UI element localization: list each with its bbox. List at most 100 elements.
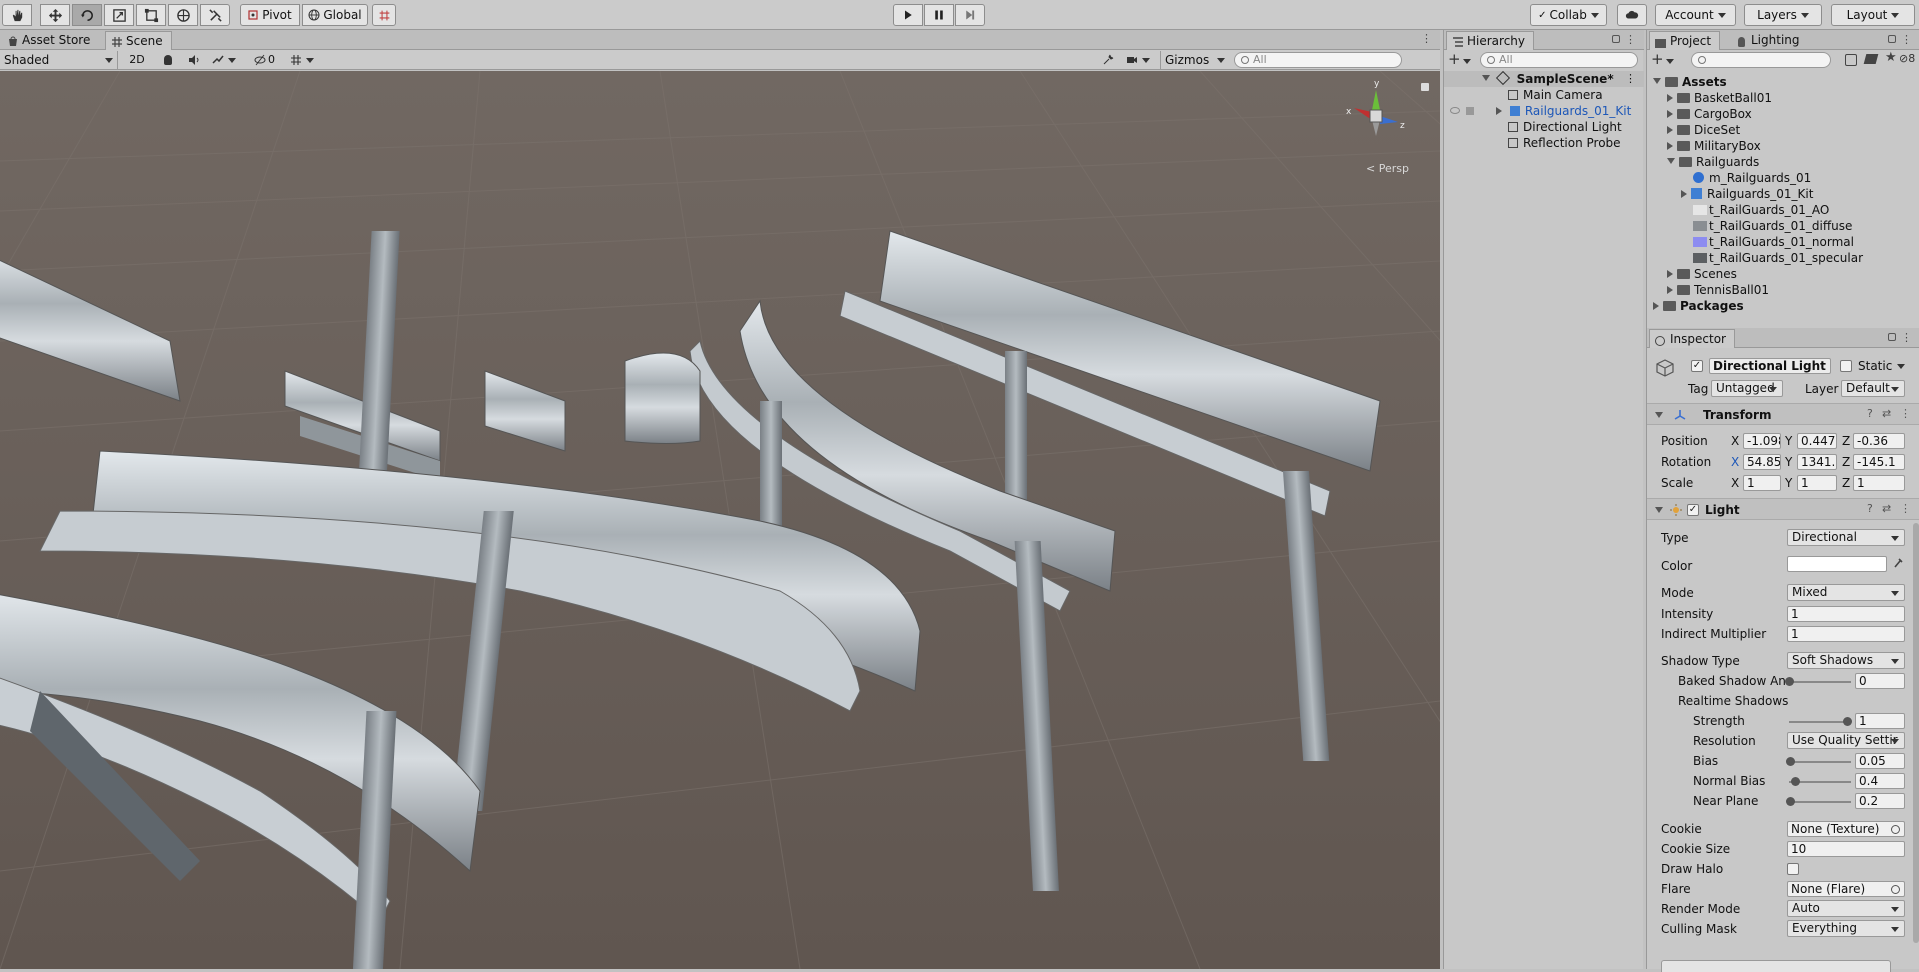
project-folder[interactable]: Railguards: [1667, 154, 1759, 170]
static-checkbox[interactable]: [1840, 360, 1852, 372]
favorite-star-icon[interactable]: ★: [1885, 50, 1897, 65]
component-menu-icon[interactable]: ⋮: [1900, 408, 1911, 419]
custom-tool-button[interactable]: [200, 4, 230, 26]
help-icon[interactable]: ?: [1867, 503, 1877, 514]
type-dropdown[interactable]: Directional: [1787, 529, 1905, 546]
bias-slider-track[interactable]: [1789, 761, 1851, 763]
gizmos-dropdown[interactable]: Gizmos: [1160, 51, 1226, 69]
normal-bias-field[interactable]: 0.4: [1855, 773, 1905, 789]
baked-shadow-slider-track[interactable]: [1789, 681, 1851, 683]
flare-field[interactable]: None (Flare): [1787, 881, 1905, 897]
scale-y-label[interactable]: Y: [1785, 476, 1792, 490]
project-asset[interactable]: t_RailGuards_01_AO: [1693, 202, 1829, 218]
lighting-toggle[interactable]: [160, 51, 176, 69]
scale-x-label[interactable]: X: [1731, 476, 1739, 490]
baked-shadow-angle-field[interactable]: 0: [1855, 673, 1905, 689]
project-search-input[interactable]: [1691, 52, 1831, 68]
packages-root[interactable]: Packages: [1653, 298, 1744, 314]
near-plane-field[interactable]: 0.2: [1855, 793, 1905, 809]
search-by-label-icon[interactable]: [1863, 54, 1879, 64]
tab-menu-icon[interactable]: ⋮: [1421, 33, 1432, 44]
rotation-z-label[interactable]: Z: [1842, 455, 1850, 469]
toggle-2d-button[interactable]: 2D: [124, 51, 150, 69]
scale-x-field[interactable]: 1: [1743, 475, 1781, 491]
project-folder[interactable]: Scenes: [1667, 266, 1737, 282]
scale-tool-button[interactable]: [104, 4, 134, 26]
scene-tools-button[interactable]: [1100, 51, 1116, 69]
project-folder[interactable]: CargoBox: [1667, 106, 1752, 122]
cookie-field[interactable]: None (Texture): [1787, 821, 1905, 837]
scene-menu-icon[interactable]: ⋮: [1625, 71, 1636, 87]
rotation-x-label[interactable]: X: [1731, 455, 1739, 469]
scene-viewport[interactable]: y x z < Persp: [0, 71, 1440, 969]
position-y-label[interactable]: Y: [1785, 434, 1792, 448]
tab-scene[interactable]: Scene: [105, 31, 172, 50]
hierarchy-menu-icon[interactable]: ⋮: [1625, 33, 1636, 46]
preset-icon[interactable]: ⇄: [1882, 503, 1892, 514]
layers-dropdown[interactable]: Layers: [1744, 4, 1822, 26]
cloud-button[interactable]: [1617, 4, 1647, 26]
rotation-z-field[interactable]: -145.1: [1853, 454, 1905, 470]
project-folder[interactable]: BasketBall01: [1667, 90, 1772, 106]
intensity-field[interactable]: 1: [1787, 606, 1905, 622]
scene-root-row[interactable]: SampleScene* ⋮: [1444, 70, 1644, 87]
bias-slider-knob[interactable]: [1786, 757, 1795, 766]
add-component-button[interactable]: [1661, 960, 1891, 972]
pause-button[interactable]: [924, 4, 954, 26]
position-z-field[interactable]: -0.36: [1853, 433, 1905, 449]
position-x-label[interactable]: X: [1731, 434, 1739, 448]
gizmo-lock-icon[interactable]: [1421, 83, 1429, 91]
hierarchy-add-button[interactable]: +: [1448, 51, 1474, 69]
scene-search-input[interactable]: All: [1234, 52, 1402, 68]
visibility-icon[interactable]: [1450, 107, 1460, 114]
search-by-type-icon[interactable]: [1845, 54, 1857, 66]
mode-dropdown[interactable]: Mixed: [1787, 584, 1905, 601]
pickable-icon[interactable]: [1466, 107, 1474, 115]
resolution-dropdown[interactable]: Use Quality Settir: [1787, 732, 1905, 749]
preset-icon[interactable]: ⇄: [1882, 408, 1892, 419]
camera-dropdown[interactable]: [1126, 51, 1156, 69]
tab-lighting[interactable]: Lighting: [1731, 31, 1808, 50]
near-plane-slider-knob[interactable]: [1786, 797, 1795, 806]
bias-field[interactable]: 0.05: [1855, 753, 1905, 769]
grid-dropdown[interactable]: [290, 51, 326, 69]
rect-tool-button[interactable]: [136, 4, 166, 26]
hierarchy-lock-icon[interactable]: [1612, 35, 1620, 43]
object-name-field[interactable]: Directional Light: [1709, 358, 1831, 374]
layer-dropdown[interactable]: Default: [1841, 380, 1905, 397]
object-picker-icon[interactable]: [1891, 885, 1900, 894]
hierarchy-item[interactable]: Reflection Probe: [1444, 135, 1644, 151]
inspector-menu-icon[interactable]: ⋮: [1901, 331, 1912, 344]
tab-asset-store[interactable]: Asset Store: [2, 31, 98, 50]
project-asset[interactable]: t_RailGuards_01_specular: [1693, 250, 1863, 266]
project-asset[interactable]: Railguards_01_Kit: [1681, 186, 1813, 202]
position-y-field[interactable]: 0.447: [1797, 433, 1837, 449]
inspector-scrollbar[interactable]: [1913, 523, 1919, 943]
project-folder[interactable]: TennisBall01: [1667, 282, 1769, 298]
color-field[interactable]: [1787, 556, 1887, 572]
transform-header[interactable]: Transform ? ⇄ ⋮: [1647, 403, 1919, 425]
transform-tool-button[interactable]: [168, 4, 198, 26]
tab-hierarchy[interactable]: Hierarchy: [1446, 31, 1535, 50]
hidden-objects-toggle[interactable]: 0: [254, 51, 284, 69]
layout-dropdown[interactable]: Layout: [1831, 4, 1915, 26]
static-dropdown-arrow[interactable]: [1897, 364, 1905, 369]
shadow-type-dropdown[interactable]: Soft Shadows: [1787, 652, 1905, 669]
position-z-label[interactable]: Z: [1842, 434, 1850, 448]
project-lock-icon[interactable]: [1888, 35, 1896, 43]
hierarchy-item[interactable]: Main Camera: [1444, 87, 1644, 103]
project-asset[interactable]: t_RailGuards_01_normal: [1693, 234, 1854, 250]
hierarchy-search-input[interactable]: All: [1480, 52, 1638, 68]
baked-shadow-slider-knob[interactable]: [1785, 677, 1794, 686]
projection-label[interactable]: < Persp: [1366, 162, 1409, 175]
project-asset[interactable]: t_RailGuards_01_diffuse: [1693, 218, 1852, 234]
project-folder[interactable]: MilitaryBox: [1667, 138, 1761, 154]
hidden-packages-toggle[interactable]: ⊘8: [1899, 52, 1915, 65]
indirect-multiplier-field[interactable]: 1: [1787, 626, 1905, 642]
culling-mask-dropdown[interactable]: Everything: [1787, 920, 1905, 937]
light-header[interactable]: ✓ Light ? ⇄ ⋮: [1647, 498, 1919, 520]
strength-field[interactable]: 1: [1855, 713, 1905, 729]
audio-toggle[interactable]: [186, 51, 202, 69]
collab-dropdown[interactable]: ✓ Collab: [1530, 4, 1607, 26]
render-mode-dropdown[interactable]: Auto: [1787, 900, 1905, 917]
